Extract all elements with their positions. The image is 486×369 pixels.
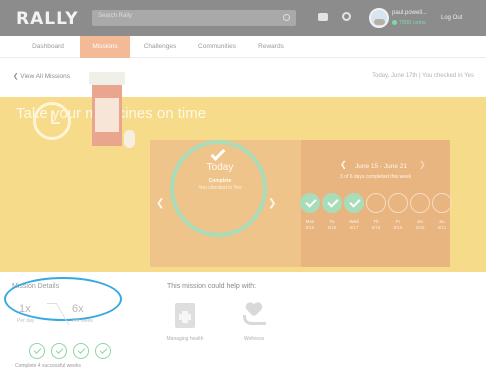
day-date: 6/21 [437, 225, 447, 230]
rally-logo[interactable]: RALLY [16, 9, 79, 29]
coin-balance-text: 7000 coins [399, 20, 426, 26]
tab-rewards[interactable]: Rewards [250, 36, 292, 58]
coin-icon [392, 20, 397, 26]
next-day-arrow-icon[interactable]: ❯ [268, 198, 276, 209]
prev-week-arrow-icon[interactable]: ❮ [340, 160, 347, 169]
day-circle-thu[interactable] [366, 193, 386, 213]
search-icon[interactable] [283, 14, 290, 21]
clock-icon [33, 102, 71, 140]
gear-icon[interactable] [342, 12, 351, 21]
chat-icon[interactable] [318, 13, 328, 21]
day-name: Su [439, 219, 445, 224]
day-name: Fr [395, 219, 401, 224]
today-status: Complete [208, 178, 232, 184]
username[interactable]: paul.powell... [392, 10, 427, 16]
day-name: Mon [305, 219, 315, 224]
search-placeholder: Search Rally [98, 13, 133, 19]
search-input[interactable]: Search Rally [92, 10, 296, 26]
per-day-value: 1x [19, 303, 31, 315]
day-name: Wed [349, 219, 359, 224]
tab-challenges[interactable]: Challenges [134, 36, 186, 58]
day-date: 6/17 [349, 225, 359, 230]
help-label-wellness: Wellness [243, 336, 265, 342]
week-check-icon [29, 343, 45, 359]
week-check-icon [73, 343, 89, 359]
medicine-bottle-icon [89, 72, 125, 146]
day-date: 6/19 [393, 225, 403, 230]
avatar[interactable] [369, 8, 389, 28]
week-check-icon [95, 343, 111, 359]
bottle-label [95, 98, 119, 132]
day-circle-sun[interactable] [432, 193, 452, 213]
hand-shape [243, 315, 266, 325]
day-circle-wed[interactable] [344, 193, 364, 213]
health-icon[interactable] [175, 303, 195, 328]
day-name: Sa [417, 219, 423, 224]
heart-shape [246, 303, 262, 315]
view-all-missions-label: View All Missions [20, 73, 70, 80]
coin-balance: 7000 coins [392, 20, 426, 26]
wellness-icon[interactable] [243, 303, 266, 326]
day-name: Th [373, 219, 379, 224]
top-bar: RALLY Search Rally paul.powell... 7000 c… [0, 0, 486, 36]
day-date: 6/15 [305, 225, 315, 230]
per-day-label: Per day [17, 318, 35, 324]
next-week-arrow-icon[interactable]: ❯ [419, 160, 426, 169]
per-week-value: 6x [72, 303, 84, 315]
week-progress: 3 of 6 days completed this week [340, 174, 412, 180]
view-all-missions-link[interactable]: ❮ View All Missions [13, 72, 70, 80]
day-circle-sat[interactable] [410, 193, 430, 213]
per-week-label: Per week [72, 318, 93, 324]
day-circle-tue[interactable] [322, 193, 342, 213]
day-date: 6/16 [327, 225, 337, 230]
day-circle-mon[interactable] [300, 193, 320, 213]
tab-dashboard[interactable]: Dashboard [22, 36, 74, 58]
completion-goal: Complete 4 successful weeks [15, 363, 81, 369]
today-checkin-text: You checked in Yes [198, 185, 242, 191]
day-circle-fri[interactable] [388, 193, 408, 213]
help-label-health: Managing health [166, 336, 204, 342]
day-date: 6/18 [371, 225, 381, 230]
week-range: June 15 - June 21 [355, 163, 408, 170]
main-nav: Dashboard Missions Challenges Communitie… [0, 36, 486, 58]
day-date: 6/20 [415, 225, 425, 230]
help-title: This mission could help with: [167, 283, 257, 290]
week-check-icon [51, 343, 67, 359]
checkin-status: Today, June 17th | You checked in Yes [372, 73, 474, 79]
logout-link[interactable]: Log Out [441, 15, 462, 21]
tab-communities[interactable]: Communities [188, 36, 246, 58]
pill-icon [124, 130, 135, 148]
day-name: Tu [329, 219, 335, 224]
bottle-cap [89, 72, 125, 85]
prev-day-arrow-icon[interactable]: ❮ [156, 198, 164, 209]
today-label: Today [206, 162, 234, 173]
tab-missions[interactable]: Missions [80, 36, 130, 58]
